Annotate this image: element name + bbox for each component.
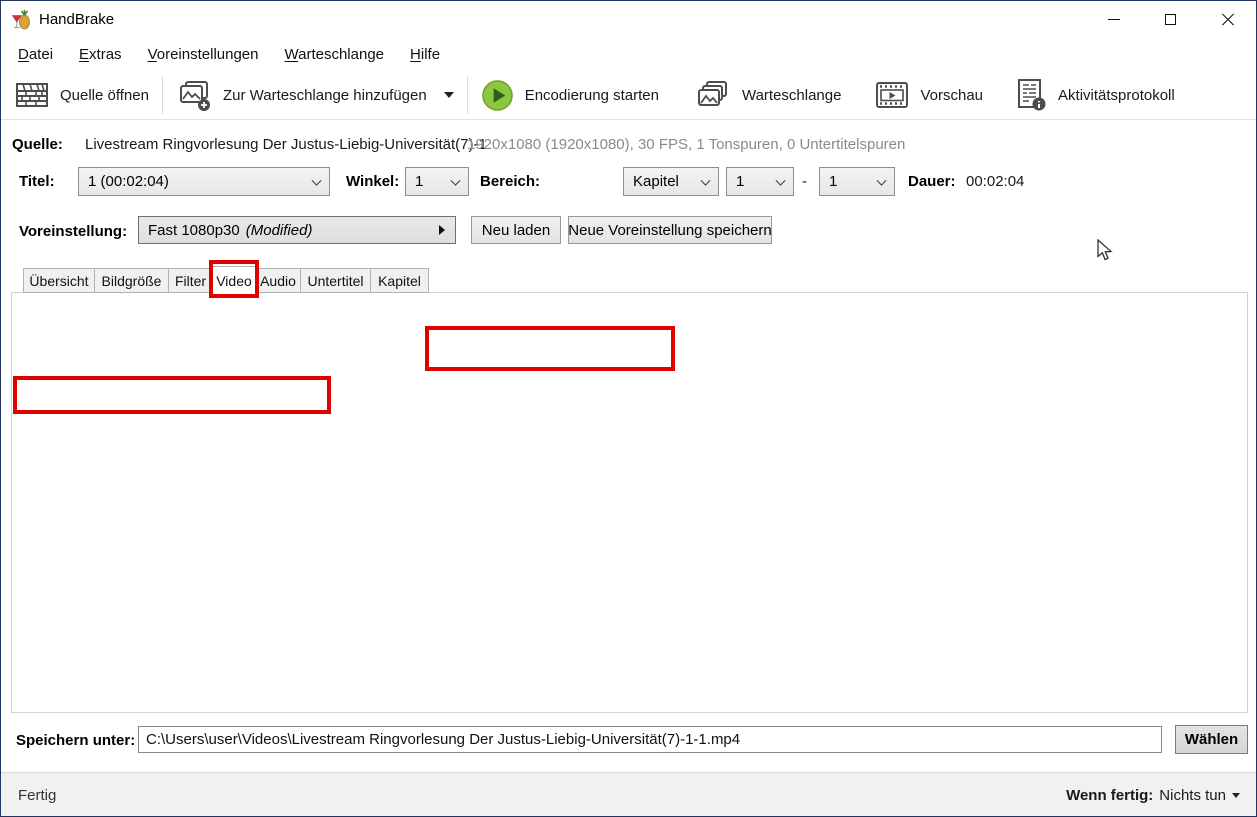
- activity-log-button[interactable]: Aktivitätsprotokoll: [1005, 73, 1185, 117]
- title-select[interactable]: 1 (00:02:04): [78, 167, 330, 196]
- menu-extras[interactable]: Extras: [66, 41, 135, 68]
- maximize-icon: [1165, 14, 1176, 25]
- minimize-button[interactable]: [1085, 1, 1142, 38]
- save-preset-button[interactable]: Neue Voreinstellung speichern: [568, 216, 772, 244]
- start-encode-button[interactable]: Encodierung starten: [471, 74, 669, 117]
- tab-audio[interactable]: Audio: [255, 268, 301, 293]
- window-title: HandBrake: [39, 11, 114, 28]
- chevron-down-icon: [451, 175, 461, 185]
- menu-voreinstellungen[interactable]: Voreinstellungen: [135, 41, 272, 68]
- tab-untertitel[interactable]: Untertitel: [300, 268, 371, 293]
- menubar: Datei Extras Voreinstellungen Warteschla…: [1, 38, 1256, 71]
- preset-select[interactable]: Fast 1080p30 (Modified): [138, 216, 456, 244]
- menu-datei[interactable]: Datei: [5, 41, 66, 68]
- duration-label: Dauer:: [908, 173, 956, 190]
- minimize-icon: [1108, 19, 1120, 20]
- range-separator: -: [802, 173, 807, 190]
- handbrake-logo-icon: [11, 10, 31, 30]
- open-source-icon: [15, 79, 49, 111]
- chevron-down-icon: [312, 175, 322, 185]
- preset-modified-flag: (Modified): [246, 222, 313, 239]
- close-icon: [1221, 13, 1235, 27]
- toolbar: Quelle öffnen Zur Warteschlange hinzufüg…: [1, 71, 1256, 120]
- add-to-queue-icon: [176, 78, 212, 112]
- titlebar: HandBrake: [1, 1, 1256, 38]
- close-button[interactable]: [1199, 1, 1256, 38]
- tab-kapitel[interactable]: Kapitel: [370, 268, 429, 293]
- mouse-cursor: [1097, 239, 1113, 262]
- save-as-label: Speichern unter:: [16, 732, 135, 749]
- range-end-select[interactable]: 1: [819, 167, 895, 196]
- when-done-select[interactable]: Nichts tun: [1159, 787, 1226, 804]
- toolbar-separator: [467, 76, 468, 114]
- chevron-down-icon: [701, 175, 711, 185]
- chevron-right-icon: [439, 225, 445, 235]
- chevron-down-icon: [776, 175, 786, 185]
- title-label: Titel:: [19, 173, 55, 190]
- queue-button[interactable]: Warteschlange: [685, 74, 852, 116]
- preset-label: Voreinstellung:: [19, 223, 127, 240]
- window-controls: [1085, 1, 1256, 38]
- start-encode-icon: [481, 79, 514, 112]
- chevron-down-icon: [877, 175, 887, 185]
- angle-select[interactable]: 1: [405, 167, 469, 196]
- range-label: Bereich:: [480, 173, 540, 190]
- statusbar: Fertig Wenn fertig: Nichts tun: [1, 772, 1256, 816]
- preview-icon: [875, 80, 909, 110]
- tab-filter[interactable]: Filter: [168, 268, 213, 293]
- menu-hilfe[interactable]: Hilfe: [397, 41, 453, 68]
- open-source-button[interactable]: Quelle öffnen: [5, 74, 159, 116]
- tab-uebersicht[interactable]: Übersicht: [23, 268, 95, 293]
- save-path-input[interactable]: [138, 726, 1162, 753]
- menu-warteschlange[interactable]: Warteschlange: [272, 41, 398, 68]
- tab-bildgroesse[interactable]: Bildgröße: [94, 268, 169, 293]
- reload-preset-button[interactable]: Neu laden: [471, 216, 561, 244]
- browse-button[interactable]: Wählen: [1175, 725, 1248, 754]
- status-text: Fertig: [18, 787, 56, 804]
- tab-video[interactable]: Video: [212, 266, 256, 294]
- source-details: 1920x1080 (1920x1080), 30 FPS, 1 Tonspur…: [467, 136, 905, 153]
- when-done-label: Wenn fertig:: [1066, 787, 1153, 804]
- source-value: Livestream Ringvorlesung Der Justus-Lieb…: [85, 136, 487, 153]
- handbrake-window: HandBrake Datei Extras Voreinstellungen …: [0, 0, 1257, 817]
- chevron-down-icon: [444, 92, 454, 98]
- preview-button[interactable]: Vorschau: [865, 75, 993, 115]
- range-start-select[interactable]: 1: [726, 167, 794, 196]
- source-label: Quelle:: [12, 136, 63, 153]
- maximize-button[interactable]: [1142, 1, 1199, 38]
- toolbar-separator: [162, 76, 163, 114]
- range-type-select[interactable]: Kapitel: [623, 167, 719, 196]
- activity-log-icon: [1015, 78, 1047, 112]
- angle-label: Winkel:: [346, 173, 399, 190]
- add-to-queue-button[interactable]: Zur Warteschlange hinzufügen: [166, 73, 464, 117]
- chevron-down-icon[interactable]: [1232, 793, 1240, 798]
- video-tab-panel: [11, 292, 1248, 713]
- queue-icon: [695, 79, 731, 111]
- duration-value: 00:02:04: [966, 173, 1024, 190]
